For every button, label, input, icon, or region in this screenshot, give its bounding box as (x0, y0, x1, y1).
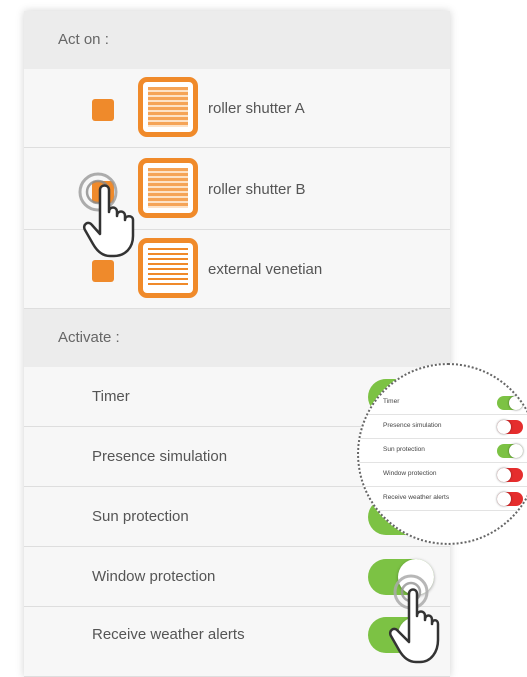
option-label: Window protection (92, 568, 216, 585)
zoom-row-window-protection: Window protection (359, 463, 527, 487)
option-label: Sun protection (92, 508, 189, 525)
zoom-row-timer: Timer (359, 391, 527, 415)
act-on-header: Act on : (24, 11, 450, 69)
zoom-option-label: Timer (383, 398, 400, 405)
device-label: roller shutter B (208, 181, 306, 198)
zoom-option-label: Presence simulation (383, 422, 442, 429)
zoom-row-sun-protection: Sun protection (359, 439, 527, 463)
device-label: roller shutter A (208, 100, 305, 117)
device-checkbox[interactable] (92, 260, 114, 282)
option-label: Timer (92, 388, 130, 405)
zoom-row-presence-simulation: Presence simulation (359, 415, 527, 439)
zoom-option-label: Window protection (383, 470, 437, 477)
zoom-timer-toggle (497, 396, 523, 410)
zoom-magnifier: Timer Presence simulation Sun protection… (357, 363, 527, 545)
device-checkbox[interactable] (92, 99, 114, 121)
device-row-roller-shutter-a[interactable]: roller shutter A (24, 69, 450, 148)
option-label: Presence simulation (92, 448, 228, 465)
tap-hand-icon (389, 574, 440, 664)
tap-hand-icon (78, 172, 135, 258)
zoom-presence-simulation-toggle (497, 420, 523, 434)
zoom-window-protection-toggle (497, 468, 523, 482)
activate-header: Activate : (24, 309, 450, 367)
zoom-row-receive-weather-alerts: Receive weather alerts (359, 487, 527, 511)
roller-shutter-icon (138, 77, 198, 137)
device-label: external venetian (208, 261, 323, 278)
zoom-option-label: Sun protection (383, 446, 425, 453)
zoom-receive-weather-alerts-toggle (497, 492, 523, 506)
option-label: Receive weather alerts (92, 626, 245, 643)
zoom-sun-protection-toggle (497, 444, 523, 458)
zoom-option-label: Receive weather alerts (383, 494, 450, 501)
